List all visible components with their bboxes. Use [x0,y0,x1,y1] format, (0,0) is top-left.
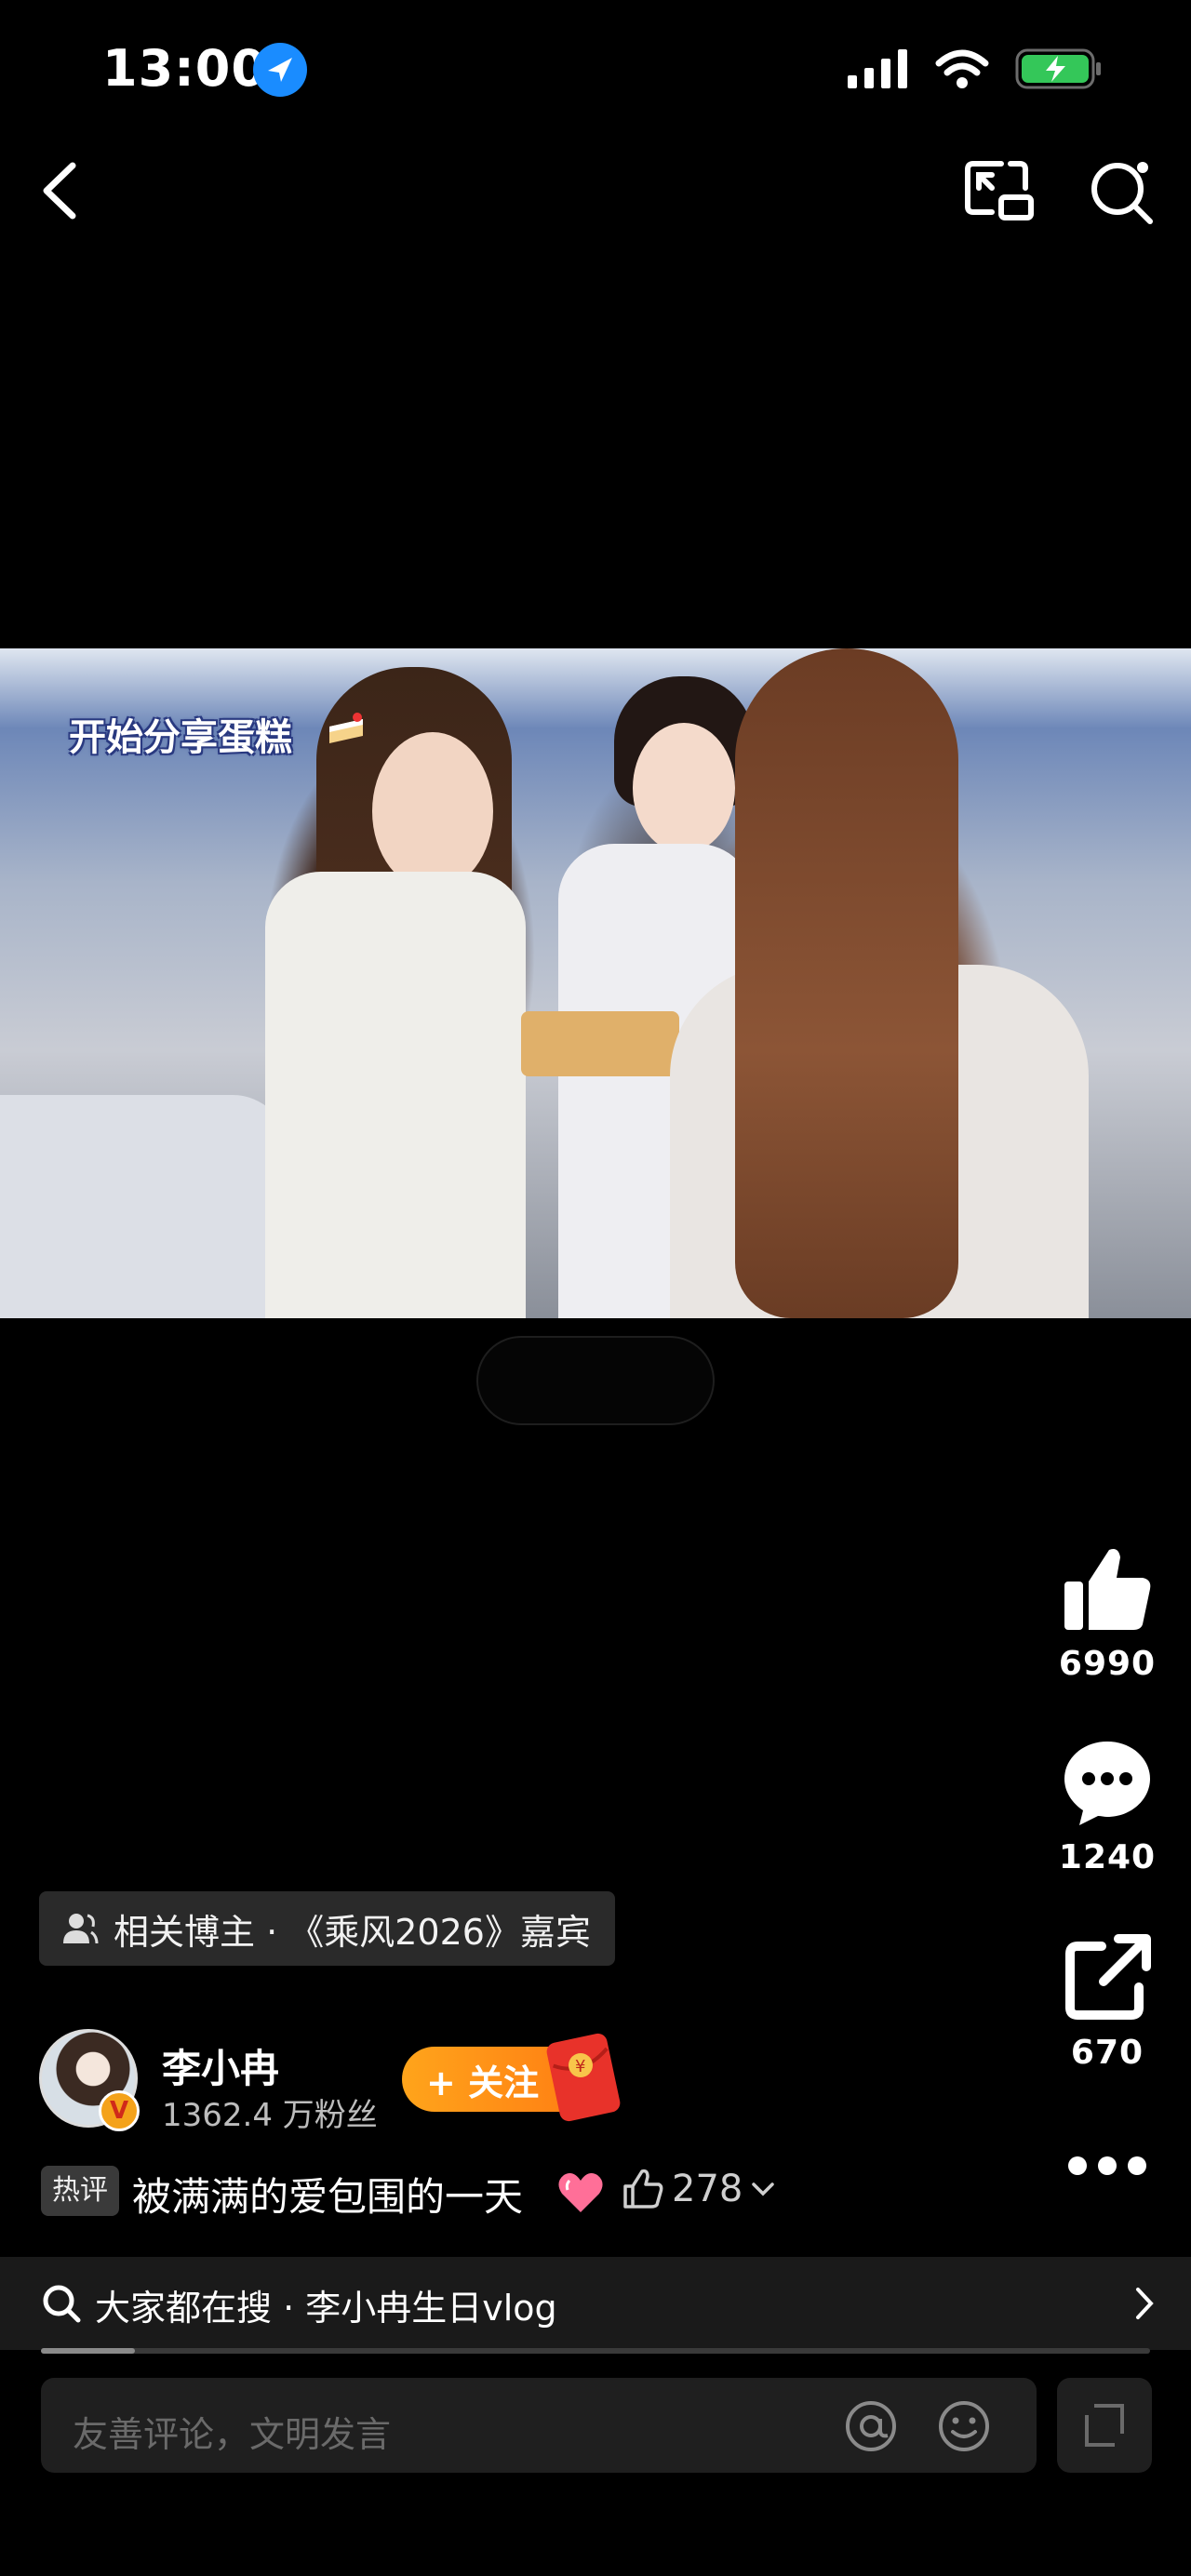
battery-charging-icon [1015,48,1101,89]
search-suggestion-bar[interactable]: 大家都在搜 · 李小冉生日vlog [0,2257,1191,2350]
more-button[interactable] [1068,2149,1146,2182]
people-icon [63,1914,99,1944]
picture-in-picture-button[interactable] [964,160,1035,221]
chevron-right-icon [1136,2288,1154,2319]
author-name[interactable]: 李小冉 [162,2037,279,2094]
chevron-down-icon [752,2182,775,2196]
search-button[interactable] [1087,156,1158,227]
at-icon[interactable] [843,2398,899,2454]
status-indicators [848,48,1103,89]
search-icon [1091,162,1153,224]
comment-input[interactable]: 友善评论，文明发言 [41,2378,1037,2473]
comment-button[interactable]: 1240 [1051,1738,1163,1876]
share-count: 670 [1070,2034,1144,2072]
location-arrow-icon [253,43,307,97]
more-icon [1068,2156,1087,2175]
heart-icon [558,2173,603,2212]
related-creator-tag[interactable]: 相关博主 · 《乘风2026》嘉宾 [39,1891,615,1966]
search-suggestion-text: 大家都在搜 · 李小冉生日vlog [95,2288,557,2329]
hot-comment-text[interactable]: 被满满的爱包围的一天 [132,2166,523,2222]
video-progress-bar[interactable] [41,2348,1150,2354]
video-player[interactable]: 开始分享蛋糕 [0,648,1191,1318]
hot-comment-tag: 热评 [41,2166,119,2216]
thumbs-up-outline-icon [623,2169,663,2209]
svg-text:¥: ¥ [575,2057,585,2076]
thumbs-up-icon [1064,1549,1151,1630]
status-time: 13:00 [102,39,267,98]
author-fans: 1362.4 万粉丝 [162,2097,378,2134]
hot-comment-like-count: 278 [672,2168,743,2210]
red-packet-icon[interactable]: ¥ [545,2032,631,2125]
video-scene [0,1095,288,1318]
related-creator-label: 相关博主 · 《乘风2026》嘉宾 [114,1911,591,1953]
cake-icon [329,713,363,743]
video-progress-fill [41,2348,136,2354]
like-count: 6990 [1058,1645,1157,1683]
hot-comment-like[interactable]: 278 [622,2168,776,2210]
share-button[interactable]: 670 [1051,1933,1163,2072]
expand-button[interactable] [1057,2378,1152,2473]
search-icon [43,2285,81,2323]
back-icon [43,162,76,220]
wifi-icon [935,49,989,88]
emoji-icon[interactable] [936,2398,992,2454]
back-button[interactable] [33,160,89,221]
video-caption: 开始分享蛋糕 [69,716,292,759]
share-icon [1065,1934,1151,2020]
comment-bubble-icon [1064,1742,1150,1825]
like-button[interactable]: 6990 [1051,1544,1163,1683]
video-overlay-pill [476,1336,715,1425]
signal-icon [848,49,907,88]
comment-count: 1240 [1058,1838,1157,1876]
expand-icon [1085,2404,1124,2447]
picture-in-picture-icon [965,161,1034,220]
comment-input-placeholder: 友善评论，文明发言 [73,2414,392,2455]
verified-badge-icon: V [99,2090,140,2131]
